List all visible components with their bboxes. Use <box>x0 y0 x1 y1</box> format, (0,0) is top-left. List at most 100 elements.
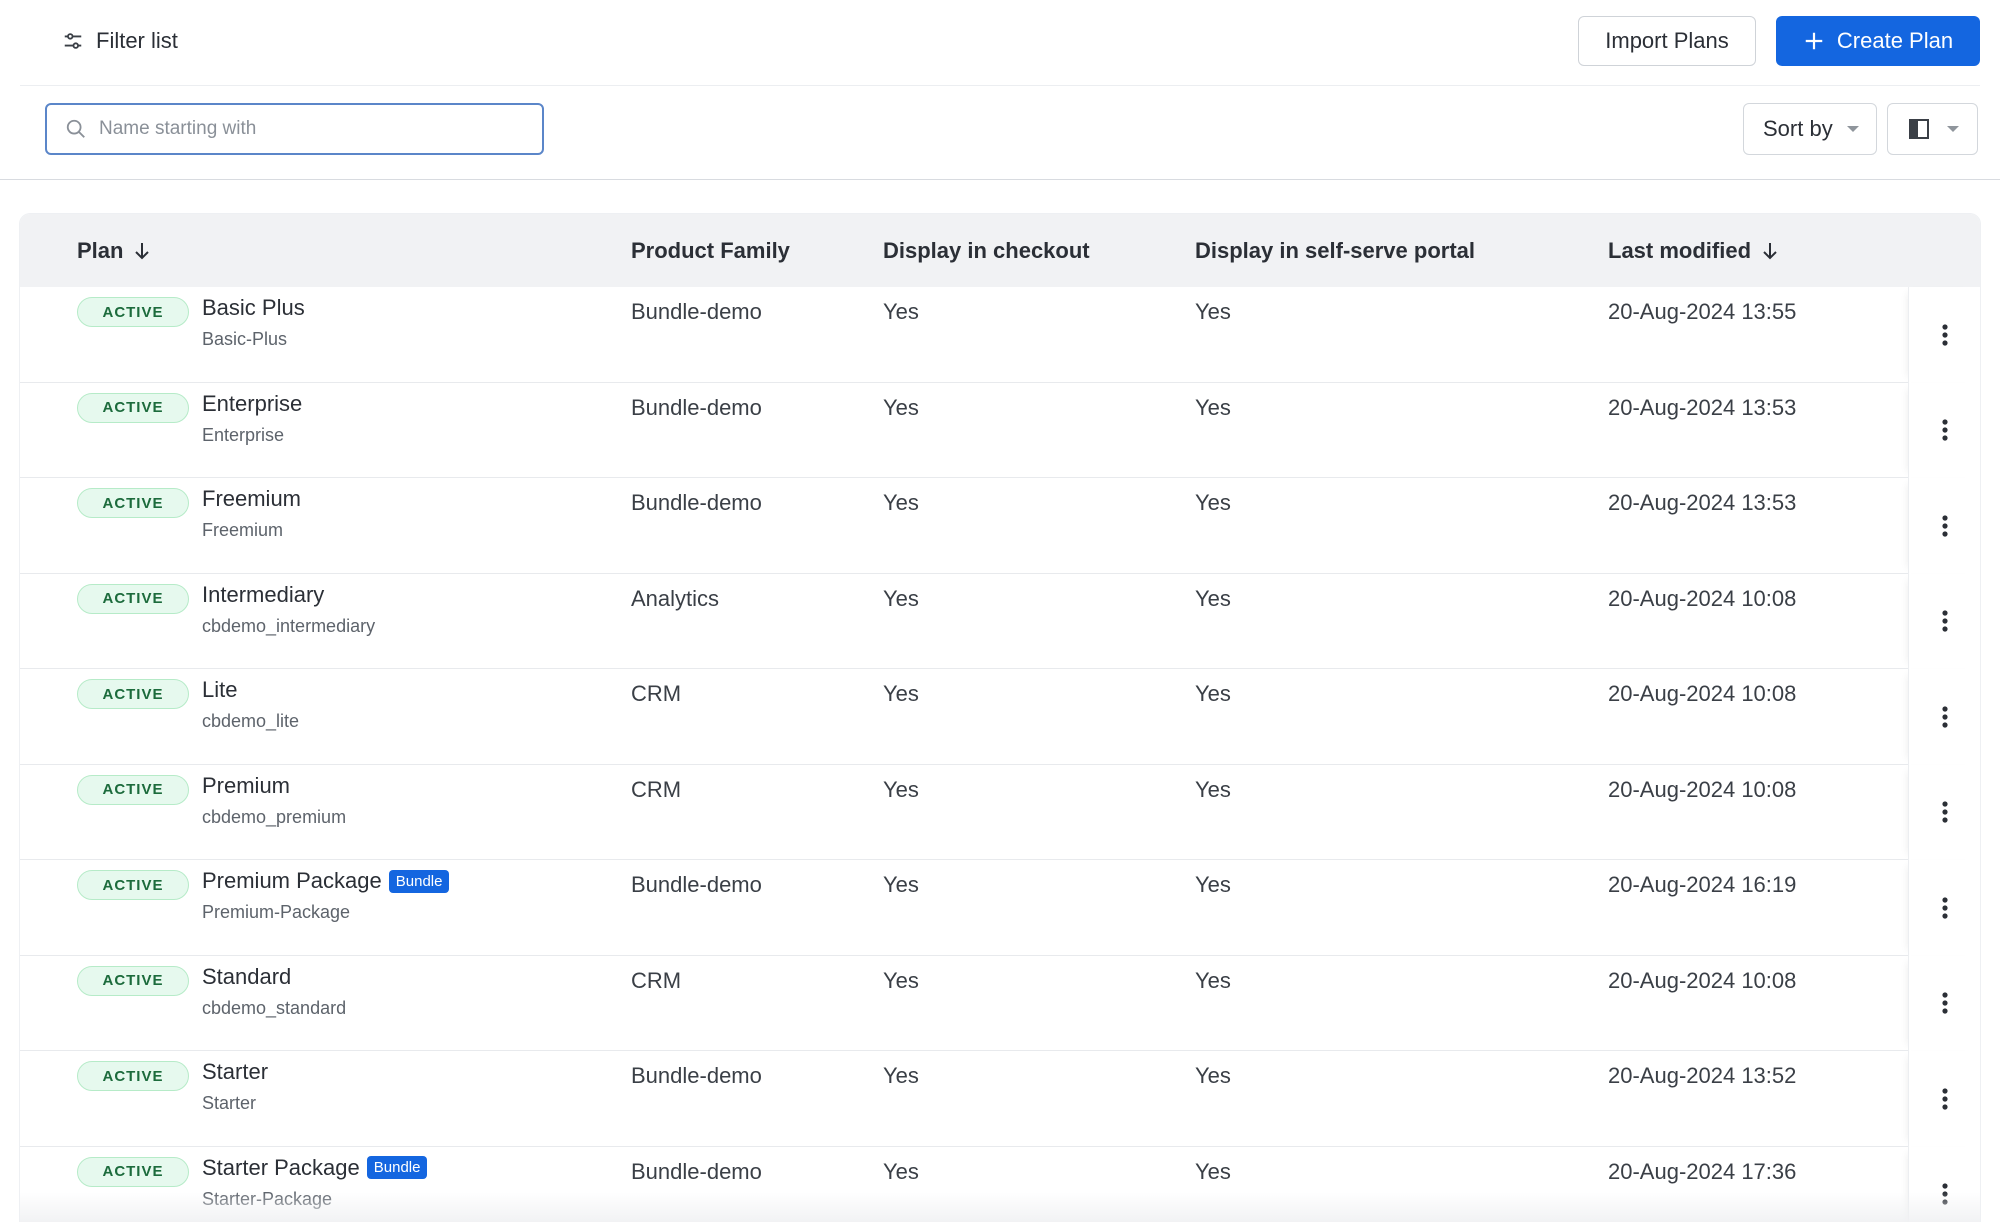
plan-name: Starter Package <box>202 1154 360 1180</box>
more-vertical-icon <box>1941 992 1948 1014</box>
plan-name-cell[interactable]: Freemium <box>202 486 301 512</box>
product-family-cell: Bundle-demo <box>631 394 762 420</box>
arrow-down-icon <box>1763 242 1777 259</box>
last-modified-cell: 20-Aug-2024 10:08 <box>1608 585 1797 611</box>
create-plan-button[interactable]: Create Plan <box>1776 16 1980 66</box>
status-badge: ACTIVE <box>77 1156 189 1187</box>
table-row[interactable]: ACTIVE Lite cbdemo_lite CRM Yes Yes 20-Aug-202… <box>20 669 1980 765</box>
product-family-cell: Analytics <box>631 585 720 611</box>
plan-name-cell[interactable]: Starter Package Bundle <box>202 1154 428 1181</box>
display-portal-cell: Yes <box>1195 776 1231 802</box>
display-portal-cell: Yes <box>1195 872 1231 897</box>
plan-name: Standard <box>202 963 292 989</box>
display-checkout-cell: Yes <box>883 1158 919 1184</box>
table-row[interactable]: ACTIVE Premium Package Bundle Premium-Packa… <box>20 860 1980 956</box>
plan-id: cbdemo_standard <box>202 997 347 1018</box>
sort-by-dropdown[interactable]: Sort by <box>1743 103 1877 155</box>
table-row[interactable]: ACTIVE Enterprise Enterprise Bundle-demo Yes… <box>20 382 1980 478</box>
status-badge: ACTIVE <box>77 583 189 614</box>
column-header-plan[interactable]: Plan <box>77 214 151 287</box>
plus-icon <box>1805 32 1823 50</box>
status-badge: ACTIVE <box>77 392 189 423</box>
row-actions-button[interactable] <box>1908 669 1980 765</box>
display-portal-cell: Yes <box>1195 967 1231 993</box>
plan-name-cell[interactable]: Starter <box>202 1059 268 1085</box>
last-modified-cell: 20-Aug-2024 13:53 <box>1608 490 1797 515</box>
table-row[interactable]: ACTIVE Starter Starter Bundle-demo Yes Yes 20-… <box>20 1051 1980 1147</box>
display-portal-cell: Yes <box>1195 585 1231 611</box>
table-row[interactable]: ACTIVE Basic Plus Basic-Plus Bundle-demo Yes… <box>20 287 1980 383</box>
import-plans-button[interactable]: Import Plans <box>1578 16 1756 66</box>
display-portal-cell: Yes <box>1195 490 1231 515</box>
product-family-cell: Bundle-demo <box>631 490 762 515</box>
display-checkout-cell: Yes <box>883 585 919 611</box>
row-actions-button[interactable] <box>1908 955 1980 1051</box>
display-checkout-cell: Yes <box>883 681 919 706</box>
sort-by-label: Sort by <box>1763 116 1833 141</box>
more-vertical-icon <box>1941 1088 1948 1110</box>
status-badge: ACTIVE <box>77 488 189 518</box>
product-family-cell: Bundle-demo <box>631 1063 762 1088</box>
status-badge: ACTIVE <box>77 870 189 900</box>
plan-id: Premium-Package <box>202 902 351 922</box>
product-family-cell: CRM <box>631 967 682 993</box>
filter-sliders-icon <box>64 33 82 49</box>
plan-name-cell[interactable]: Enterprise <box>202 391 302 417</box>
plan-name: Basic Plus <box>202 295 305 320</box>
plan-id: cbdemo_premium <box>202 806 347 827</box>
display-portal-cell: Yes <box>1195 299 1231 324</box>
plan-id: Basic-Plus <box>202 329 288 349</box>
display-checkout-cell: Yes <box>883 490 919 515</box>
plan-id: Starter <box>202 1093 257 1113</box>
search-box[interactable] <box>45 103 544 155</box>
status-badge: ACTIVE <box>77 297 189 327</box>
row-actions-button[interactable] <box>1908 478 1980 574</box>
search-icon <box>66 119 85 138</box>
table-row[interactable]: ACTIVE Starter Package Bundle Starter-Packa… <box>20 1146 1980 1222</box>
status-badge: ACTIVE <box>77 965 189 996</box>
plan-id: cbdemo_intermediary <box>202 615 376 636</box>
row-actions-button[interactable] <box>1908 1146 1980 1222</box>
plan-id: cbdemo_lite <box>202 711 300 731</box>
row-actions-button[interactable] <box>1908 573 1980 669</box>
more-vertical-icon <box>1941 515 1948 537</box>
row-actions-button[interactable] <box>1908 860 1980 956</box>
plan-name-cell[interactable]: Premium Package Bundle <box>202 868 450 894</box>
row-actions-button[interactable] <box>1908 764 1980 860</box>
column-header-plan-label: Plan <box>77 237 124 263</box>
display-portal-cell: Yes <box>1195 681 1231 706</box>
chevron-down-icon <box>1846 126 1859 132</box>
table-row[interactable]: ACTIVE Freemium Freemium Bundle-demo Yes Yes 2… <box>20 478 1980 574</box>
plan-name-cell[interactable]: Lite <box>202 677 237 703</box>
plan-name-cell[interactable]: Intermediary <box>202 582 324 608</box>
list-toolbar: Sort by <box>0 86 2000 180</box>
row-actions-button[interactable] <box>1908 382 1980 478</box>
more-vertical-icon <box>1941 706 1948 728</box>
display-portal-cell: Yes <box>1195 1063 1231 1088</box>
plan-name-cell[interactable]: Basic Plus <box>202 295 305 321</box>
last-modified-cell: 20-Aug-2024 17:36 <box>1608 1158 1797 1184</box>
search-input[interactable] <box>99 118 542 140</box>
more-vertical-icon <box>1941 897 1948 919</box>
table-row[interactable]: ACTIVE Premium cbdemo_premium CRM Yes Yes 20-A… <box>20 764 1980 860</box>
plan-name-cell[interactable]: Standard <box>202 964 291 990</box>
table-row[interactable]: ACTIVE Intermediary cbdemo_intermediary Ana… <box>20 573 1980 669</box>
plan-name: Intermediary <box>202 581 325 607</box>
row-actions-button[interactable] <box>1908 1051 1980 1147</box>
product-family-cell: CRM <box>631 776 682 802</box>
plan-name-cell[interactable]: Premium <box>202 773 290 799</box>
product-family-cell: Bundle-demo <box>631 1158 762 1184</box>
product-family-cell: CRM <box>631 681 682 706</box>
create-plan-label: Create Plan <box>1836 28 1954 53</box>
column-settings-dropdown[interactable] <box>1887 103 1978 155</box>
columns-icon <box>1908 119 1929 139</box>
column-header-display-portal: Display in self-serve portal <box>1195 237 1475 263</box>
bundle-tag: Bundle <box>388 869 450 893</box>
row-actions-button[interactable] <box>1908 287 1980 383</box>
filter-list-button[interactable]: Filter list <box>62 24 178 58</box>
table-row[interactable]: ACTIVE Standard cbdemo_standard CRM Yes Yes 20… <box>20 955 1980 1051</box>
plan-name: Starter <box>202 1059 269 1084</box>
column-header-last-modified[interactable]: Last modified <box>1608 214 1779 287</box>
plan-name: Lite <box>202 677 238 702</box>
last-modified-cell: 20-Aug-2024 10:08 <box>1608 776 1797 802</box>
